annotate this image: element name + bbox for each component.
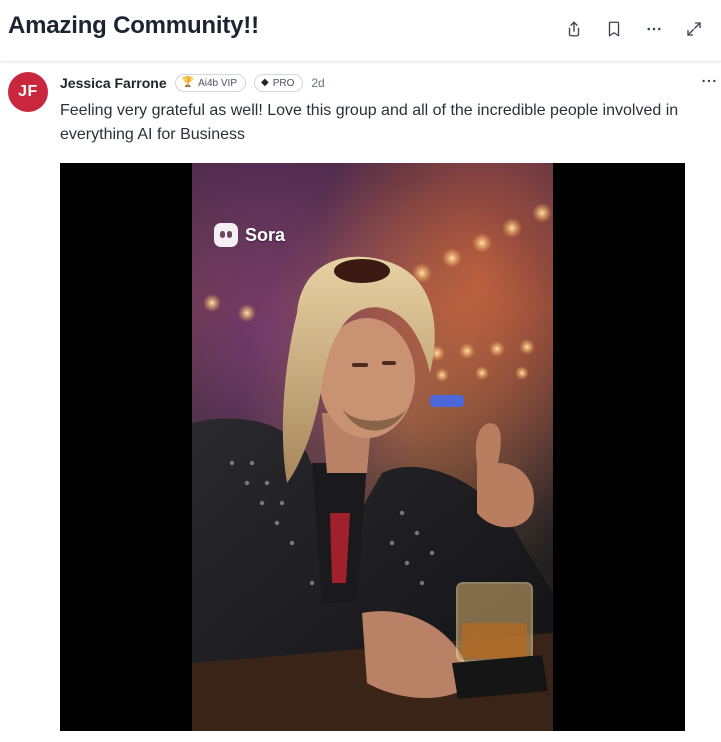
shield-icon: ◆ bbox=[261, 77, 269, 88]
badge-ai4b-vip[interactable]: 🏆 Ai4b VIP bbox=[174, 74, 246, 92]
author-name[interactable]: Jessica Farrone bbox=[60, 75, 167, 91]
sora-logo-icon bbox=[214, 223, 238, 247]
page-title: Amazing Community!! bbox=[8, 12, 259, 39]
header-actions bbox=[561, 16, 707, 42]
ellipsis-icon[interactable] bbox=[699, 72, 719, 90]
badge-label: Ai4b VIP bbox=[198, 77, 237, 89]
badge-label: PRO bbox=[272, 77, 295, 89]
expand-icon[interactable] bbox=[681, 16, 707, 42]
video-player[interactable]: Sora bbox=[60, 163, 685, 731]
post-header: Amazing Community!! bbox=[0, 0, 721, 62]
post-body: Feeling very grateful as well! Love this… bbox=[60, 102, 679, 143]
trophy-icon: 🏆 bbox=[181, 77, 195, 88]
more-horizontal-icon[interactable] bbox=[641, 16, 667, 42]
bookmark-icon[interactable] bbox=[601, 16, 627, 42]
sora-watermark: Sora bbox=[214, 223, 285, 247]
avatar-initials: JF bbox=[18, 83, 38, 100]
share-icon[interactable] bbox=[561, 16, 587, 42]
post-meta: Jessica Farrone 🏆 Ai4b VIP ◆ PRO 2d bbox=[60, 72, 325, 94]
badge-pro[interactable]: ◆ PRO bbox=[254, 74, 304, 92]
sora-watermark-text: Sora bbox=[245, 224, 286, 245]
avatar[interactable]: JF bbox=[8, 72, 48, 112]
video-thumbnail: Sora bbox=[192, 163, 553, 731]
video-scene-image bbox=[192, 203, 553, 731]
post-timestamp[interactable]: 2d bbox=[311, 76, 324, 90]
